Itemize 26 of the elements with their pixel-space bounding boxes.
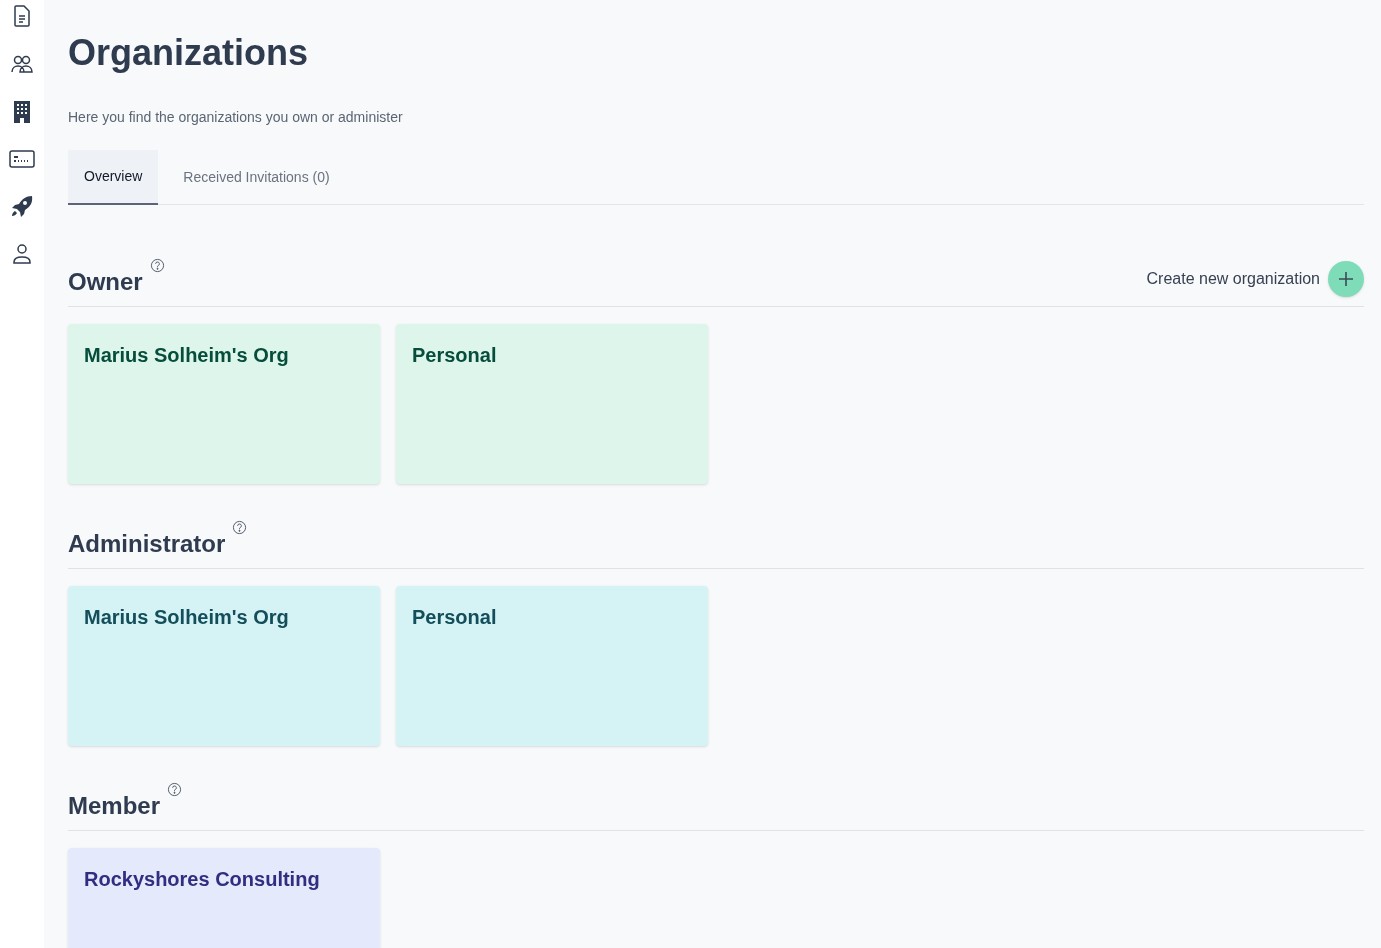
card-icon[interactable] bbox=[9, 148, 35, 170]
tab[interactable]: Received Invitations (0) bbox=[158, 150, 355, 205]
plus-icon bbox=[1338, 271, 1354, 287]
section-heading: Member bbox=[68, 791, 161, 821]
help-icon[interactable] bbox=[232, 520, 248, 535]
organization-card[interactable]: Rockyshores Consulting bbox=[68, 848, 380, 948]
help-icon[interactable] bbox=[167, 782, 183, 797]
organization-card[interactable]: Marius Solheim's Org bbox=[68, 586, 380, 746]
add-button[interactable] bbox=[1328, 261, 1364, 297]
section-heading: Administrator bbox=[68, 529, 226, 559]
user-icon[interactable] bbox=[10, 242, 34, 266]
rocket-icon[interactable] bbox=[10, 194, 34, 218]
organization-name: Marius Solheim's Org bbox=[84, 343, 290, 368]
tab[interactable]: Overview bbox=[68, 150, 159, 205]
organization-name: Rockyshores Consulting bbox=[84, 867, 321, 892]
organization-name: Personal bbox=[412, 343, 498, 368]
organization-name: Marius Solheim's Org bbox=[84, 605, 290, 630]
section-heading: Owner bbox=[68, 267, 143, 297]
create-organization-label[interactable]: Create new organization bbox=[1146, 267, 1320, 291]
organization-card[interactable]: Marius Solheim's Org bbox=[68, 324, 380, 484]
help-icon[interactable] bbox=[149, 258, 165, 273]
page-title: Organizations bbox=[68, 31, 310, 75]
organization-name: Personal bbox=[412, 605, 498, 630]
organization-card[interactable]: Personal bbox=[396, 586, 708, 746]
organization-card[interactable]: Personal bbox=[396, 324, 708, 484]
page-subtitle: Here you find the organizations you own or administer bbox=[68, 108, 404, 127]
